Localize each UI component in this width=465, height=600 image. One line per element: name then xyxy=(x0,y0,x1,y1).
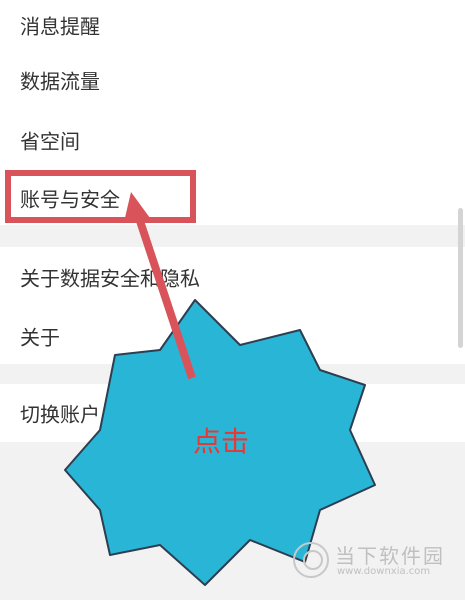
callout-text: 点击 xyxy=(193,425,250,458)
watermark-title: 当下软件园 xyxy=(335,544,445,568)
watermark: 当下软件园 www.downxia.com xyxy=(293,538,453,588)
watermark-url: www.downxia.com xyxy=(337,566,431,577)
pointer-arrowhead xyxy=(124,192,150,222)
watermark-logo-icon xyxy=(293,542,329,578)
annotation-overlay xyxy=(64,192,376,586)
